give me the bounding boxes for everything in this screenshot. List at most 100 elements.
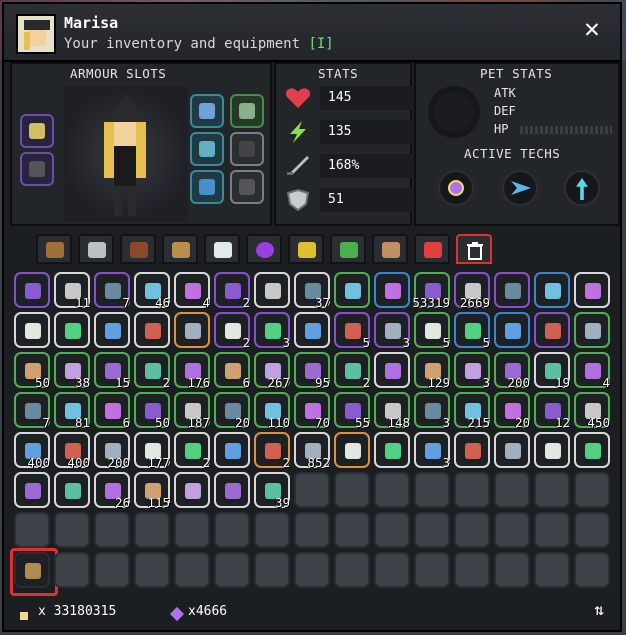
inventory-slot[interactable] bbox=[134, 552, 170, 588]
inventory-slot[interactable] bbox=[294, 512, 330, 548]
tech-slot-body[interactable] bbox=[502, 170, 538, 206]
inventory-slot[interactable] bbox=[214, 432, 250, 468]
chest-slot[interactable] bbox=[190, 132, 224, 166]
inventory-slot[interactable]: 400 bbox=[14, 432, 50, 470]
tab-plants[interactable] bbox=[330, 234, 366, 264]
inventory-slot[interactable]: 6 bbox=[214, 352, 250, 390]
inventory-slot[interactable] bbox=[14, 312, 50, 348]
inventory-slot[interactable] bbox=[94, 312, 130, 348]
inventory-slot[interactable] bbox=[134, 512, 170, 548]
inventory-slot[interactable]: 2 bbox=[254, 432, 290, 470]
inventory-slot[interactable] bbox=[534, 272, 570, 308]
inventory-slot[interactable] bbox=[374, 512, 410, 548]
inventory-slot[interactable] bbox=[174, 552, 210, 588]
inventory-slot[interactable] bbox=[574, 512, 610, 548]
inventory-slot[interactable] bbox=[10, 548, 58, 596]
inventory-slot[interactable] bbox=[294, 472, 330, 508]
head-vanity-slot[interactable] bbox=[230, 94, 264, 128]
inventory-slot[interactable]: 50 bbox=[134, 392, 170, 430]
inventory-slot[interactable] bbox=[94, 552, 130, 588]
inventory-slot[interactable] bbox=[374, 432, 410, 468]
inventory-slot[interactable] bbox=[174, 312, 210, 348]
legs-slot[interactable] bbox=[190, 170, 224, 204]
inventory-slot[interactable] bbox=[14, 512, 50, 548]
inventory-slot[interactable]: 11 bbox=[54, 272, 90, 310]
head-slot[interactable] bbox=[190, 94, 224, 128]
tech-slot-head[interactable] bbox=[438, 170, 474, 206]
inventory-slot[interactable]: 53319 bbox=[412, 272, 450, 310]
inventory-slot[interactable]: 3 bbox=[454, 352, 490, 390]
inventory-slot[interactable]: 7 bbox=[14, 392, 50, 430]
inventory-slot[interactable]: 20 bbox=[494, 392, 530, 430]
inventory-slot[interactable] bbox=[334, 272, 370, 308]
inventory-slot[interactable] bbox=[454, 432, 490, 468]
inventory-slot[interactable] bbox=[334, 472, 370, 508]
inventory-slot[interactable] bbox=[214, 472, 250, 508]
tab-bag[interactable] bbox=[36, 234, 72, 264]
inventory-slot[interactable] bbox=[214, 512, 250, 548]
inventory-slot[interactable]: 38 bbox=[54, 352, 90, 390]
inventory-slot[interactable] bbox=[134, 312, 170, 348]
tab-trash[interactable] bbox=[456, 234, 492, 264]
inventory-slot[interactable] bbox=[574, 272, 610, 308]
inventory-slot[interactable]: 5 bbox=[334, 312, 370, 350]
inventory-slot[interactable]: 19 bbox=[534, 352, 570, 390]
inventory-slot[interactable]: 95 bbox=[294, 352, 330, 390]
inventory-slot[interactable] bbox=[334, 432, 370, 468]
inventory-slot[interactable]: 3 bbox=[254, 312, 290, 350]
inventory-slot[interactable]: 450 bbox=[574, 392, 610, 430]
inventory-slot[interactable]: 3 bbox=[414, 432, 450, 470]
inventory-slot[interactable]: 2 bbox=[334, 352, 370, 390]
inventory-slot[interactable] bbox=[294, 312, 330, 348]
inventory-slot[interactable]: 20 bbox=[214, 392, 250, 430]
inventory-slot[interactable]: 3 bbox=[374, 312, 410, 350]
back-vanity-slot[interactable] bbox=[20, 114, 54, 148]
inventory-slot[interactable]: 4 bbox=[174, 272, 210, 310]
inventory-slot[interactable]: 5 bbox=[454, 312, 490, 350]
tab-items[interactable] bbox=[246, 234, 282, 264]
legs-vanity-slot[interactable] bbox=[230, 170, 264, 204]
inventory-slot[interactable] bbox=[414, 472, 450, 508]
inventory-slot[interactable] bbox=[494, 552, 530, 588]
inventory-slot[interactable] bbox=[334, 512, 370, 548]
inventory-slot[interactable] bbox=[414, 552, 450, 588]
inventory-slot[interactable]: 26 bbox=[94, 472, 130, 510]
sort-icon[interactable]: ⇅ bbox=[594, 600, 604, 619]
inventory-slot[interactable] bbox=[574, 312, 610, 348]
inventory-slot[interactable]: 81 bbox=[54, 392, 90, 430]
inventory-slot[interactable]: 6 bbox=[94, 392, 130, 430]
inventory-slot[interactable]: 2 bbox=[134, 352, 170, 390]
inventory-slot[interactable] bbox=[574, 552, 610, 588]
inventory-slot[interactable] bbox=[494, 472, 530, 508]
inventory-slot[interactable] bbox=[14, 472, 50, 508]
inventory-slot[interactable] bbox=[374, 272, 410, 308]
inventory-slot[interactable]: 200 bbox=[494, 352, 530, 390]
inventory-slot[interactable]: 46 bbox=[134, 272, 170, 310]
inventory-slot[interactable] bbox=[14, 272, 50, 308]
tab-weapons[interactable] bbox=[78, 234, 114, 264]
inventory-slot[interactable] bbox=[54, 512, 90, 548]
inventory-slot[interactable] bbox=[534, 552, 570, 588]
inventory-slot[interactable] bbox=[534, 512, 570, 548]
inventory-slot[interactable]: 2 bbox=[174, 432, 210, 470]
inventory-slot[interactable] bbox=[454, 472, 490, 508]
inventory-slot[interactable] bbox=[174, 472, 210, 508]
inventory-slot[interactable] bbox=[94, 512, 130, 548]
inventory-slot[interactable] bbox=[254, 512, 290, 548]
inventory-slot[interactable] bbox=[294, 552, 330, 588]
inventory-slot[interactable] bbox=[174, 512, 210, 548]
inventory-slot[interactable] bbox=[534, 312, 570, 348]
inventory-slot[interactable] bbox=[414, 512, 450, 548]
inventory-slot[interactable]: 3 bbox=[414, 392, 450, 430]
inventory-slot[interactable] bbox=[54, 312, 90, 348]
inventory-slot[interactable]: 55 bbox=[334, 392, 370, 430]
inventory-slot[interactable] bbox=[254, 272, 290, 308]
inventory-slot[interactable]: 50 bbox=[14, 352, 50, 390]
inventory-slot[interactable]: 267 bbox=[254, 352, 290, 390]
back-slot[interactable] bbox=[20, 152, 54, 186]
inventory-slot[interactable]: 70 bbox=[294, 392, 330, 430]
inventory-slot[interactable]: 37 bbox=[294, 272, 330, 310]
inventory-slot[interactable] bbox=[574, 472, 610, 508]
inventory-slot[interactable] bbox=[214, 552, 250, 588]
inventory-slot[interactable]: 4 bbox=[574, 352, 610, 390]
